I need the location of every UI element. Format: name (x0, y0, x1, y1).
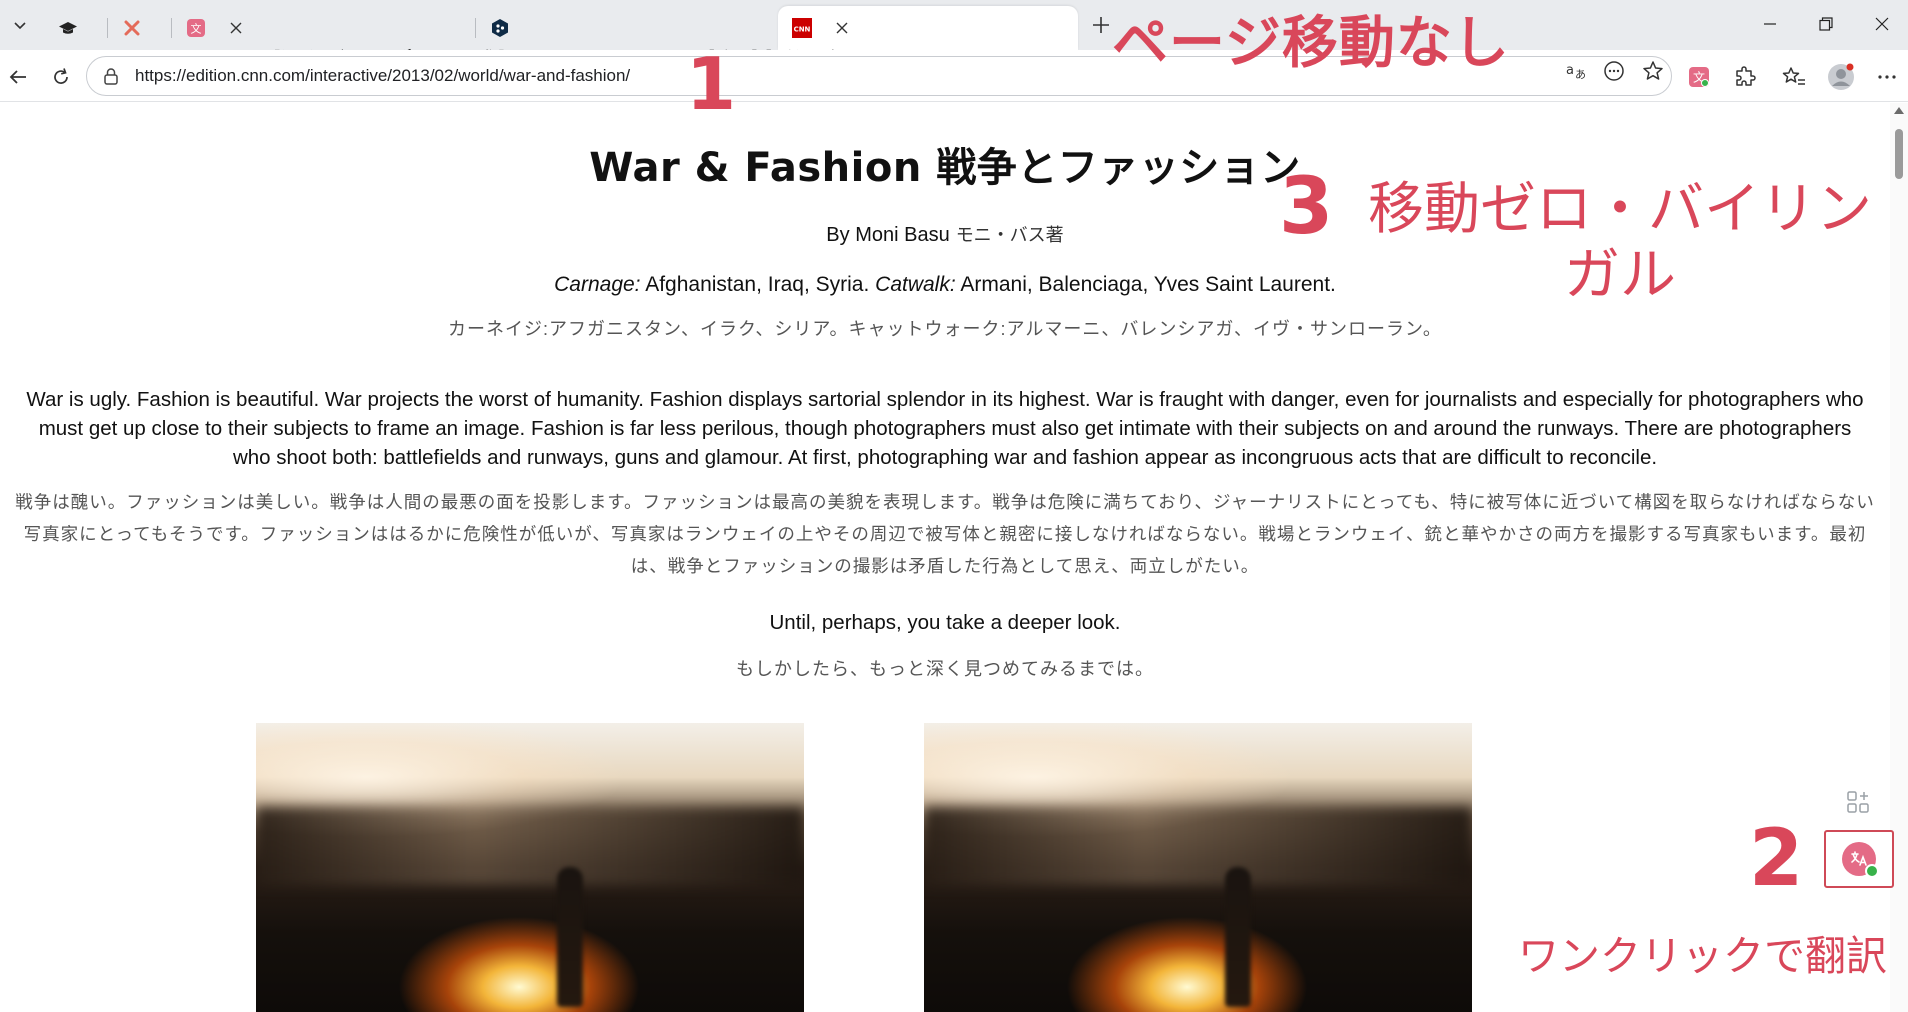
profile-button[interactable] (1826, 62, 1856, 92)
close-icon[interactable] (832, 18, 852, 38)
deeper-look-line: Until, perhaps, you take a deeper look. (769, 611, 1121, 634)
subtitle-translation: カーネイジ:アフガニスタン、イラク、シリア。キャットウォーク:アルマーニ、バレン… (448, 319, 1442, 339)
more-horizontal-icon (1878, 75, 1896, 79)
back-button[interactable] (3, 62, 33, 92)
url-text[interactable]: https://edition.cnn.com/interactive/2013… (135, 66, 630, 86)
byline-japanese: モニ・バス著 (955, 225, 1064, 245)
restore-icon (1819, 17, 1833, 31)
immersive-translate-icon: 文 (186, 18, 206, 38)
avatar (1828, 63, 1854, 90)
tab-list-button[interactable] (0, 0, 40, 50)
close-icon (1875, 17, 1889, 31)
svg-text:あ: あ (1575, 68, 1586, 81)
svg-text:CNN: CNN (794, 26, 811, 34)
intro-paragraph: War is ugly. Fashion is beautiful. War p… (26, 388, 1864, 469)
lock-icon[interactable] (101, 66, 121, 86)
reload-button[interactable] (46, 62, 76, 92)
byline-english: By Moni Basu (826, 224, 950, 246)
annotation-number-3: 3 (1279, 162, 1334, 252)
carnage-label: Carnage: (554, 273, 641, 296)
favorites-list-icon (1782, 67, 1805, 85)
deeper-look-translation: もしかしたら、もっと深く見つめてみるまでは。 (736, 659, 1154, 679)
browser-toolbar: https://edition.cnn.com/interactive/2013… (0, 50, 1908, 102)
check-badge-icon (1865, 864, 1879, 878)
scroll-up-arrow-icon[interactable] (1894, 107, 1904, 114)
article-photo-right (924, 723, 1472, 1012)
close-window-button[interactable] (1854, 8, 1908, 40)
tab-immersive-blog[interactable]: 文 沉浸式翻訳ブログ (172, 6, 496, 94)
tab-cnn-active[interactable]: CNN 戦争とファッション - CNN.com - (778, 6, 1427, 94)
annotation-zero-move-bilingual: 移動ゼロ・バイリンガル (1368, 177, 1872, 308)
x-logo-icon (122, 18, 142, 38)
favorites-button[interactable] (1779, 62, 1809, 92)
immersive-translate-icon (1842, 842, 1879, 878)
catwalk-label: Catwalk: (875, 273, 956, 296)
immersive-translate-icon: 文 (1689, 67, 1709, 87)
graduation-cap-icon (58, 18, 78, 38)
tab-strip: 文 沉浸式翻訳ブログ 使用DeepL将英语翻译成英语 CNN 戦争とファッション… (0, 0, 1908, 94)
minimize-icon (1764, 23, 1776, 25)
intro-paragraph-translation: 戦争は醜い。ファッションは美しい。戦争は人間の最悪の面を投影します。ファッション… (15, 492, 1875, 576)
immersive-translate-extension-button[interactable]: 文 (1684, 62, 1714, 92)
svg-text:a: a (1566, 63, 1574, 78)
scroll-thumb[interactable] (1895, 129, 1903, 179)
article-photo-left (256, 723, 804, 1012)
puzzle-icon (1736, 66, 1756, 86)
tab-x[interactable] (108, 6, 172, 50)
extensions-button[interactable] (1730, 62, 1760, 92)
annotation-number-1: 1 (686, 42, 737, 126)
annotation-number-2: 2 (1749, 814, 1804, 904)
read-aloud-translate-icon[interactable]: aあ (1566, 60, 1588, 82)
plus-icon (1093, 17, 1109, 33)
floating-apps-button[interactable] (1843, 787, 1873, 817)
annotation-no-page-move: ページ移動なし (1112, 11, 1510, 76)
cnn-icon: CNN (792, 18, 812, 38)
close-icon[interactable] (226, 18, 246, 38)
reload-icon (54, 68, 68, 84)
carnage-text: Afghanistan, Iraq, Syria. (640, 273, 876, 296)
catwalk-text: Armani, Balenciaga, Yves Saint Laurent. (955, 273, 1336, 296)
annotation-one-click-translate: ワンクリックで翻訳 (1518, 932, 1887, 980)
apps-grid-icon (1847, 791, 1869, 813)
favorite-star-icon[interactable] (1642, 60, 1664, 82)
floating-translate-button[interactable] (1824, 830, 1894, 888)
minimize-button[interactable] (1742, 8, 1798, 40)
new-tab-button[interactable] (1088, 12, 1114, 38)
arrow-left-icon (9, 70, 26, 84)
chevron-down-icon (14, 22, 26, 30)
settings-menu-button[interactable] (1872, 62, 1902, 92)
restore-button[interactable] (1798, 8, 1854, 40)
svg-text:文: 文 (191, 22, 202, 36)
more-options-circle-icon[interactable] (1603, 60, 1625, 82)
tab-graduation[interactable] (44, 6, 108, 50)
deepl-icon (490, 18, 510, 38)
